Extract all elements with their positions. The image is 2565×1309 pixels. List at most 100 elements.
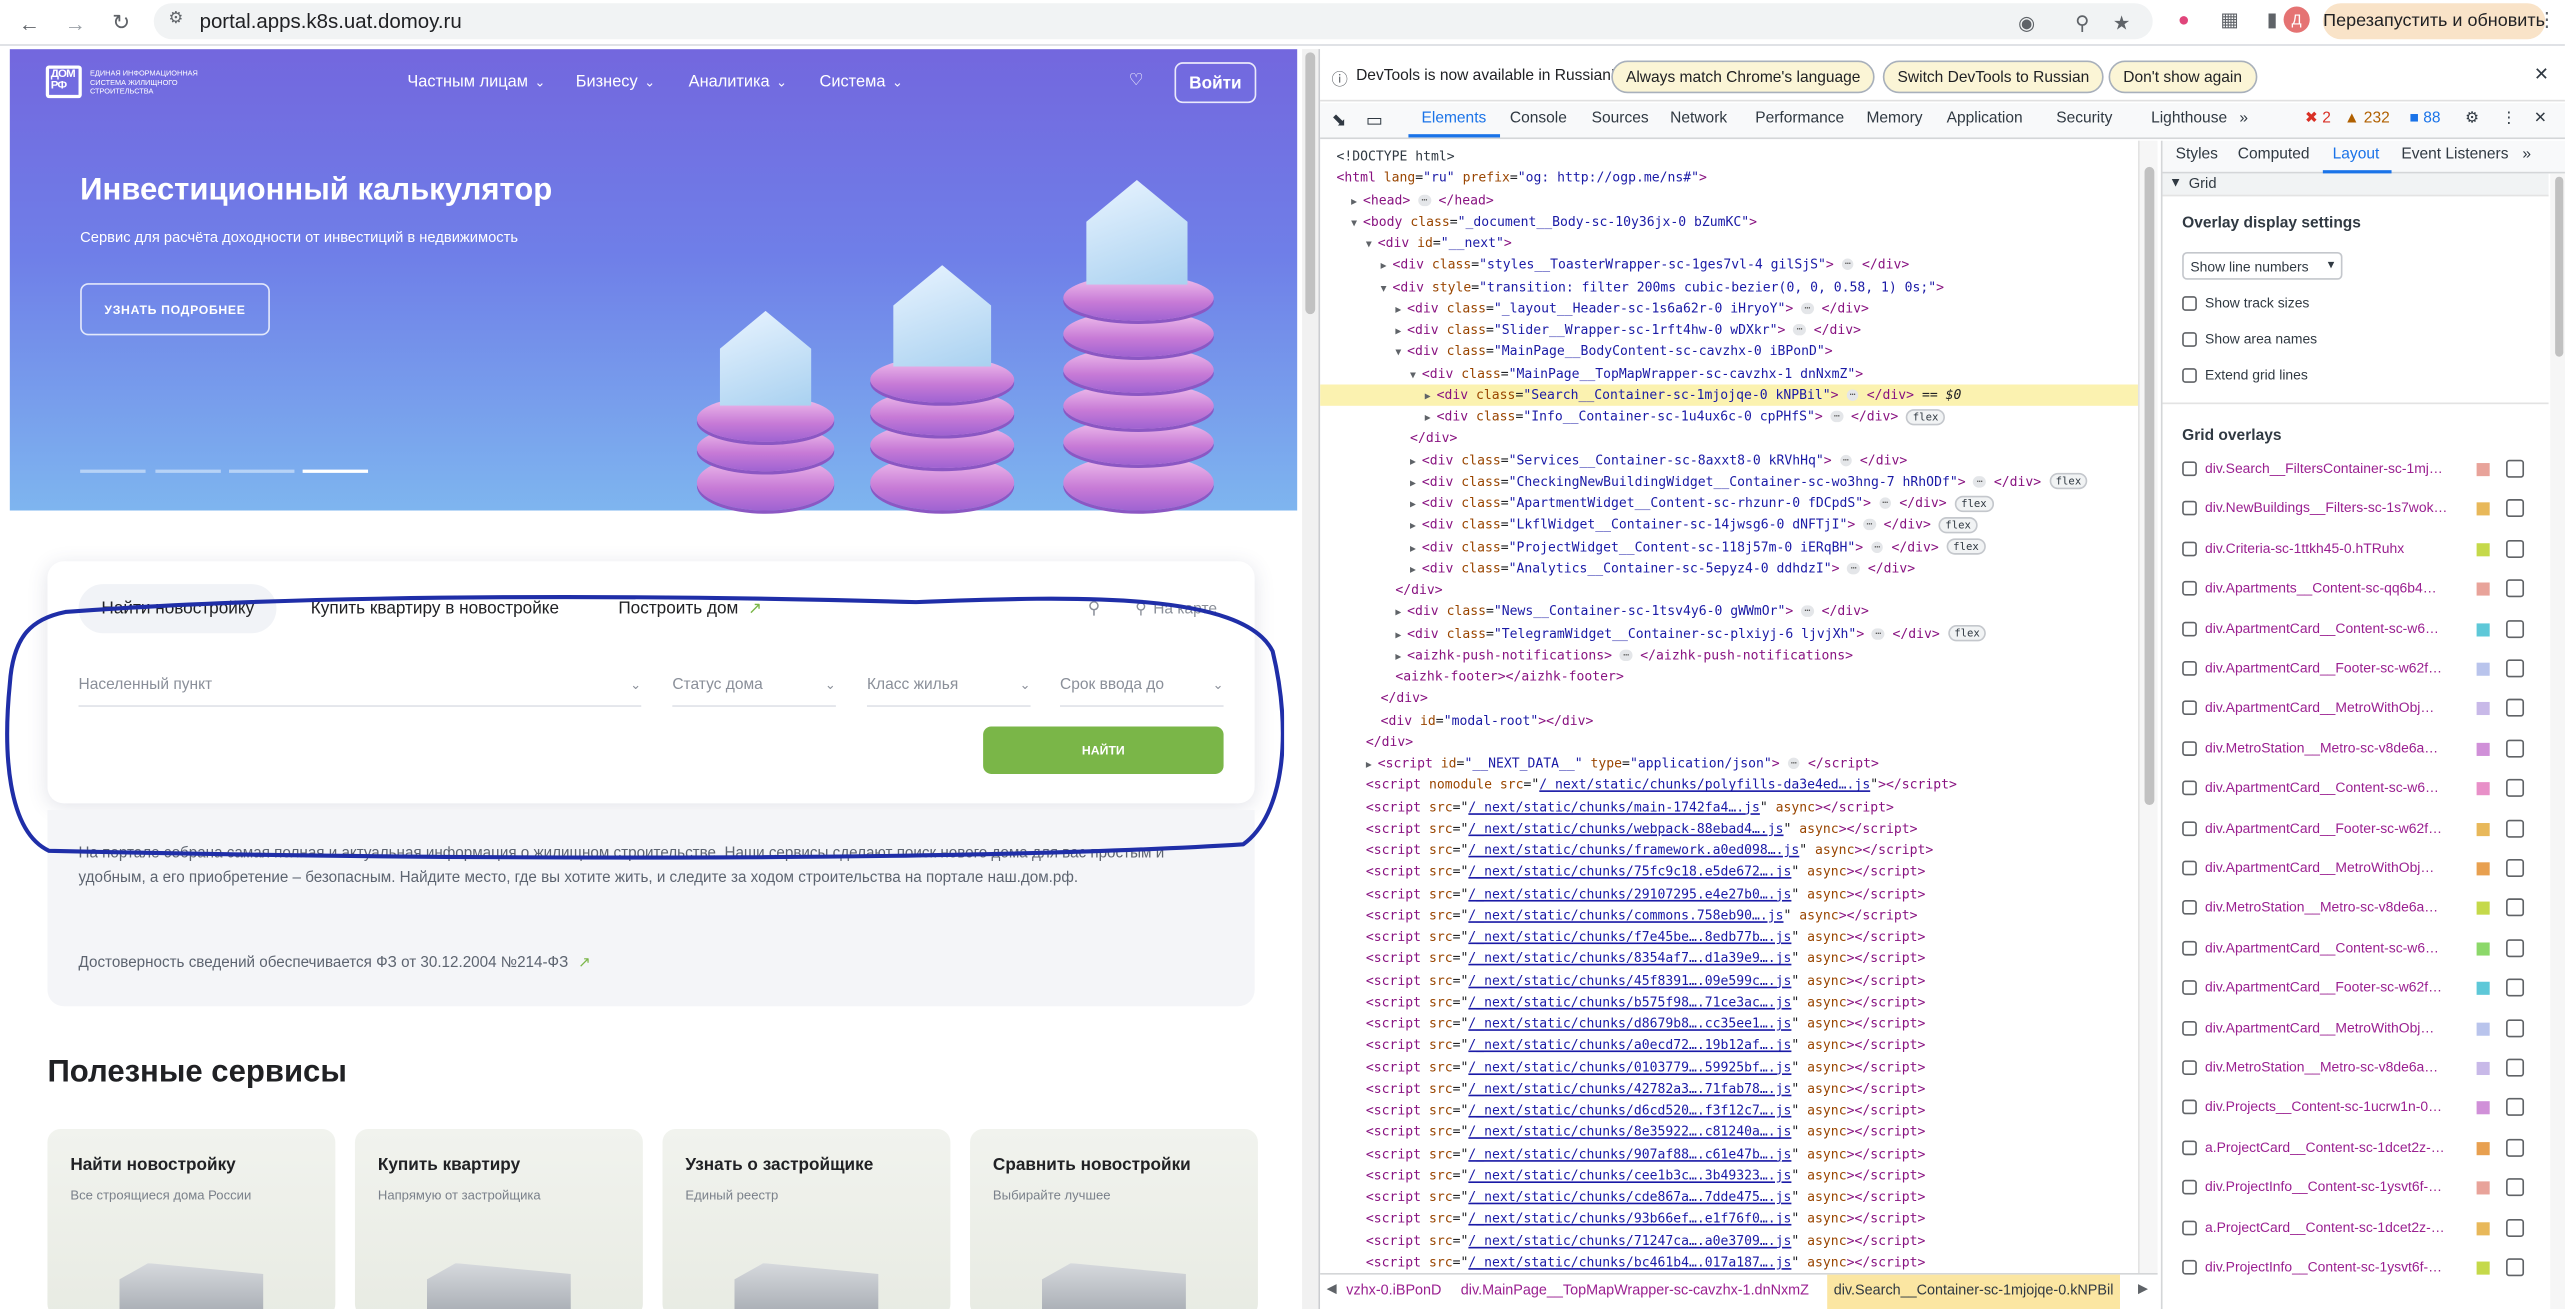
color-swatch[interactable] [2476,502,2490,517]
kebab-menu-icon[interactable]: ⋮ [2501,110,2517,128]
color-swatch[interactable] [2476,862,2490,876]
dom-node[interactable]: <script src="/_next/static/chunks/8e3592… [1320,1121,2138,1142]
highlight-target-icon[interactable] [2506,898,2525,917]
logo-mark[interactable]: ДОМ РФ [45,65,82,99]
tab-memory[interactable]: Memory [1866,110,1922,128]
color-swatch[interactable] [2476,1061,2490,1076]
dom-node[interactable]: ▼ <div class="MainPage__TopMapWrapper-sc… [1320,362,2138,383]
dom-node[interactable]: ▶ <div class="styles__ToasterWrapper-sc-… [1320,254,2138,275]
grid-overlay-item[interactable]: div.Apartments__Content-sc-qq6b4… [2182,571,2542,607]
dom-node[interactable]: ▶ <div class="Services__Container-sc-8ax… [1320,449,2138,470]
extension-icon[interactable]: ● [2169,5,2198,34]
highlight-target-icon[interactable] [2506,1258,2525,1277]
color-swatch[interactable] [2476,1221,2490,1235]
checkbox[interactable] [2182,1259,2197,1275]
dom-node[interactable]: ▶ <div class="TelegramWidget__Container-… [1320,623,2138,644]
grid-overlay-item[interactable]: div.Criteria-sc-1ttkh45-0.hTRuhx [2182,531,2542,567]
color-swatch[interactable] [2476,662,2490,676]
house-status-select[interactable]: Статус дома ⌄ [672,664,836,707]
option-extend-grid-lines[interactable]: Extend grid lines [2182,358,2542,394]
checkbox[interactable] [2182,1180,2197,1195]
dom-node[interactable]: <script src="/_next/static/chunks/907af8… [1320,1143,2138,1164]
checkbox[interactable] [2182,780,2197,796]
dont-show-again-button[interactable]: Don't show again [2108,60,2257,94]
expand-triangle-icon[interactable]: ▶ [1395,607,1407,618]
housing-class-select[interactable]: Класс жилья ⌄ [866,664,1031,707]
eye-off-icon[interactable]: ◉ [2012,8,2041,37]
expand-triangle-icon[interactable]: ▶ [1395,304,1407,315]
highlight-target-icon[interactable] [2506,739,2525,758]
nav-business[interactable]: Бизнесу ⌄ [576,74,655,92]
law-note-link[interactable]: Достоверность сведений обеспечивается ФЗ… [79,954,591,972]
checkbox[interactable] [2182,1100,2197,1115]
nav-system[interactable]: Система ⌄ [820,74,903,92]
highlight-target-icon[interactable] [2506,459,2525,478]
color-swatch[interactable] [2476,542,2490,556]
option-show-track-sizes[interactable]: Show track sizes [2182,286,2542,322]
issues-count[interactable]: ■ 88 [2410,110,2441,128]
relaunch-update-button[interactable]: Перезапустить и обновить [2322,3,2546,40]
dom-node[interactable]: <script src="/_next/static/chunks/cee1b3… [1320,1165,2138,1186]
more-menu-icon[interactable]: ⋮ [2532,5,2561,34]
expand-triangle-icon[interactable]: ▶ [1410,477,1422,488]
dom-node[interactable]: <script src="/_next/static/chunks/d8679b… [1320,1013,2138,1034]
line-numbers-select[interactable]: Show line numbers ▾ [2182,251,2343,280]
dom-node[interactable]: ▼ <div class="MainPage__BodyContent-sc-c… [1320,341,2138,362]
expand-triangle-icon[interactable]: ▶ [1410,564,1422,575]
color-swatch[interactable] [2476,1181,2490,1195]
grid-overlay-item[interactable]: a.ProjectCard__Content-sc-1dcet2z-… [2182,1130,2542,1166]
dom-node[interactable]: ▶ <div class="_layout__Header-sc-1s6a62r… [1320,297,2138,318]
dom-node[interactable]: <script src="/_next/static/chunks/45f839… [1320,969,2138,990]
dom-node[interactable]: <script src="/_next/static/chunks/291072… [1320,883,2138,904]
grid-overlay-item[interactable]: div.ApartmentCard__Footer-sc-w62f… [2182,651,2542,687]
tab-layout[interactable]: Layout [2333,146,2380,164]
site-info-icon[interactable]: ⚙ [168,10,183,28]
highlight-target-icon[interactable] [2506,1058,2525,1077]
color-swatch[interactable] [2476,942,2490,956]
service-card[interactable]: Сравнить новостройки Выбирайте лучшее [970,1129,1258,1309]
grid-overlay-item[interactable]: div.MetroStation__Metro-sc-v8de6a… [2182,1050,2542,1086]
checkbox[interactable] [2182,820,2197,836]
forward-arrow-icon[interactable]: → [59,7,92,40]
grid-overlay-item[interactable]: div.NewBuildings__Filters-sc-1s7wok… [2182,492,2542,528]
dom-node[interactable]: <script src="/_next/static/chunks/main-1… [1320,796,2138,817]
expand-triangle-icon[interactable]: ▶ [1425,391,1437,402]
scroll-thumb[interactable] [1305,52,1316,315]
collapse-triangle-icon[interactable]: ▼ [1366,239,1378,250]
grid-overlay-item[interactable]: div.MetroStation__Metro-sc-v8de6a… [2182,891,2542,927]
dom-node[interactable]: <aizhk-footer></aizhk-footer> [1320,666,2138,687]
checkbox[interactable] [2182,940,2197,956]
expand-triangle-icon[interactable]: ▶ [1381,261,1393,272]
checkbox[interactable] [2182,1219,2197,1235]
grid-overlay-item[interactable]: div.ApartmentCard__Content-sc-w6… [2182,771,2542,807]
grid-overlay-item[interactable]: div.ProjectInfo__Content-sc-1ysvt6f-… [2182,1170,2542,1206]
highlight-target-icon[interactable] [2506,699,2525,718]
grid-overlay-item[interactable]: div.ProjectInfo__Content-sc-1ysvt6f-… [2182,1250,2542,1286]
dom-node[interactable]: ▶ <div class="Slider__Wrapper-sc-1rft4hw… [1320,319,2138,340]
collapse-triangle-icon[interactable]: ▼ [1410,369,1422,380]
color-swatch[interactable] [2476,1141,2490,1155]
color-swatch[interactable] [2476,782,2490,796]
checkbox[interactable] [2182,980,2197,996]
dom-node[interactable]: <script src="/_next/static/chunks/010377… [1320,1056,2138,1077]
dom-node[interactable]: ▶ <div class="Analytics__Container-sc-5e… [1320,558,2138,579]
expand-triangle-icon[interactable]: ▶ [1395,629,1407,640]
more-tabs-icon[interactable]: » [2522,146,2531,164]
dom-node[interactable]: ▶ <div class="ProjectWidget__Content-sc-… [1320,536,2138,557]
checkbox[interactable] [2182,621,2197,636]
dom-node[interactable]: <script src="/_next/static/chunks/framew… [1320,839,2138,860]
checkbox[interactable] [2182,860,2197,876]
tab-buy-apartment[interactable]: Купить квартиру в новостройке [311,584,559,633]
highlight-target-icon[interactable] [2506,539,2525,558]
dom-node[interactable]: <script nomodule src="/_next/static/chun… [1320,774,2138,795]
nav-private[interactable]: Частным лицам ⌄ [407,74,545,92]
highlight-target-icon[interactable] [2506,1018,2525,1037]
dom-node[interactable]: <script src="/_next/static/chunks/93b66e… [1320,1208,2138,1229]
dom-node[interactable]: ▶ <div class="News__Container-sc-1tsv4y6… [1320,601,2138,622]
tab-computed[interactable]: Computed [2238,146,2310,164]
grid-overlay-item[interactable]: div.ApartmentCard__Footer-sc-w62f… [2182,811,2542,847]
color-swatch[interactable] [2476,1101,2490,1115]
checkbox[interactable] [2182,368,2197,383]
dom-node[interactable]: ▶ <script id="__NEXT_DATA__" type="appli… [1320,753,2138,774]
dom-node[interactable]: <script src="/_next/static/chunks/f7e45b… [1320,926,2138,947]
